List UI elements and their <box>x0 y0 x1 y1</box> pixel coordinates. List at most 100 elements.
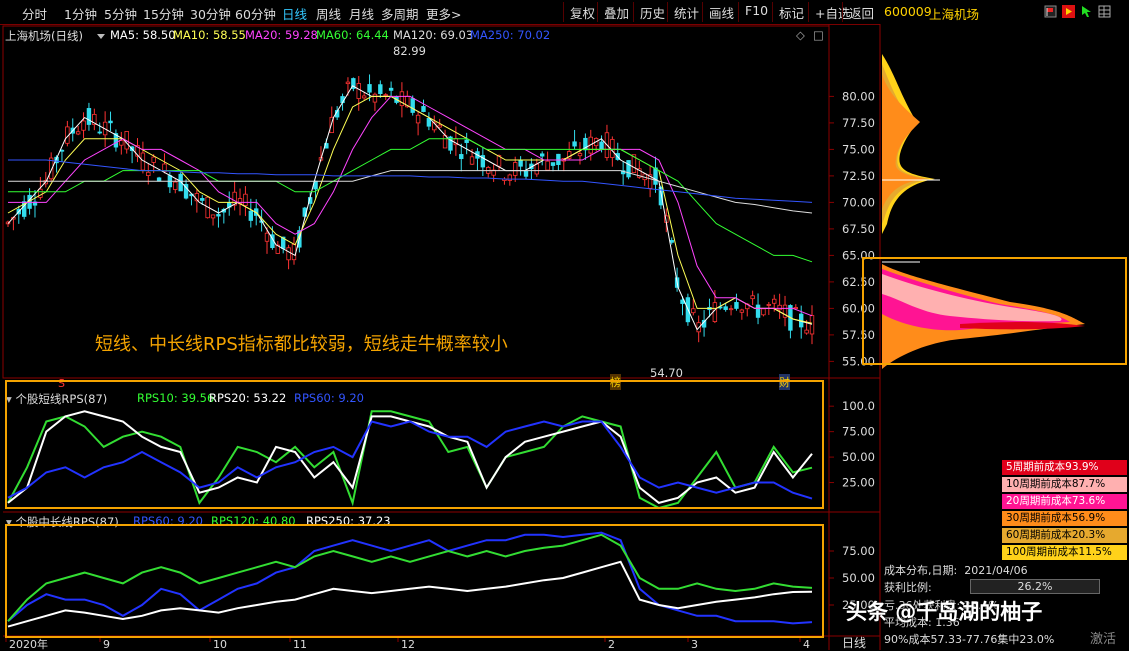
candle-body <box>372 93 378 103</box>
x-tick-label: 3 <box>691 638 698 650</box>
candle-body <box>119 140 124 146</box>
tab-15min[interactable]: 15分钟 <box>143 4 184 23</box>
price-tick-label: 75.00 <box>842 142 875 156</box>
candle-body <box>442 135 448 149</box>
f10-button[interactable]: F10 <box>738 2 773 22</box>
dropdown-icon[interactable] <box>96 31 106 41</box>
tab-daily[interactable]: 日线 <box>282 4 307 23</box>
candle-body <box>540 153 545 157</box>
price-tick-label: 77.50 <box>842 116 875 130</box>
candle-body <box>577 153 583 157</box>
tab-30min[interactable]: 30分钟 <box>190 4 231 23</box>
tab-monthly[interactable]: 月线 <box>349 4 374 23</box>
back-button[interactable]: 返回 <box>842 2 879 22</box>
candle-body <box>216 214 221 217</box>
candle-body <box>383 94 388 97</box>
rps-tick-label: 25.00 <box>842 476 875 490</box>
rps-tick-label: 75.00 <box>842 544 875 558</box>
cost-info-title-text: 成本分布,日期: <box>884 564 958 577</box>
tab-60min[interactable]: 60分钟 <box>235 4 276 23</box>
candle-body <box>97 131 102 134</box>
candle-body <box>766 304 772 306</box>
cost-legend-10: 10周期前成本87.7% <box>1002 477 1127 492</box>
candle-body <box>809 315 815 335</box>
tab-weekly[interactable]: 周线 <box>316 4 341 23</box>
profit-value: 26.2% <box>970 579 1100 594</box>
series-ma120-line <box>8 170 813 214</box>
cost-legend-20: 20周期前成本73.6% <box>1002 494 1127 509</box>
overlay-button[interactable]: 叠加 <box>597 2 634 22</box>
series-ma20-line <box>8 95 813 317</box>
tab-more[interactable]: 更多> <box>426 4 461 23</box>
candle-body <box>200 198 205 201</box>
maximize-icon[interactable]: □ <box>813 28 824 42</box>
candle-body <box>469 156 475 165</box>
candle-body <box>750 295 755 300</box>
cost-legend-100: 100周期前成本11.5% <box>1002 545 1127 560</box>
candle-body <box>626 160 631 178</box>
candle-body <box>367 84 372 93</box>
cost-info-row5: 90%成本57.33-77.76集中23.0% <box>884 633 1055 646</box>
candle-body <box>356 83 361 99</box>
main-pane-title: 上海机场(日线) <box>5 29 83 43</box>
candle-body <box>653 167 658 185</box>
tab-5min[interactable]: 5分钟 <box>104 4 137 23</box>
x-axis-labels: 2020年 9 10 11 12 2 3 4 <box>5 636 810 650</box>
rps-tick-label: 50.00 <box>842 571 875 585</box>
tab-fenshi[interactable]: 分时 <box>22 4 47 23</box>
profit-label: 获利比例: <box>884 581 932 594</box>
candle-body <box>534 163 540 175</box>
candle-body <box>793 307 799 309</box>
x-tick-label: 2 <box>608 638 615 650</box>
mark-button[interactable]: 标记 <box>772 2 809 22</box>
candle-body <box>669 240 674 243</box>
candle-body <box>572 141 577 147</box>
candle-body <box>108 120 113 124</box>
candle-body <box>378 84 383 95</box>
candle-body <box>291 243 297 261</box>
x-tick-label: 2020年 <box>9 637 48 650</box>
arrow-icon[interactable] <box>1080 5 1093 18</box>
candle-body <box>507 174 513 181</box>
candle-body <box>421 106 426 112</box>
candle-body <box>410 98 415 113</box>
candle-body <box>691 308 696 314</box>
candle-body <box>518 160 523 167</box>
tab-multi-period[interactable]: 多周期 <box>381 4 419 23</box>
period-toolbar: 分时 1分钟 5分钟 15分钟 30分钟 60分钟 日线 周线 月线 多周期 更… <box>0 0 880 25</box>
candle-body <box>728 308 734 311</box>
x-tick-label: 10 <box>213 638 227 650</box>
ma250-label: MA250: 70.02 <box>470 28 551 42</box>
history-button[interactable]: 历史 <box>633 2 670 22</box>
stats-button[interactable]: 统计 <box>667 2 704 22</box>
ma10-label: MA10: 58.55 <box>173 28 246 42</box>
candle-body <box>361 95 367 99</box>
stock-code: 600009 <box>884 4 932 19</box>
play-icon[interactable] <box>1062 5 1075 18</box>
candle-body <box>610 139 615 158</box>
tab-1min[interactable]: 1分钟 <box>64 4 97 23</box>
draw-button[interactable]: 画线 <box>702 2 739 22</box>
low-price-label: 54.70 <box>650 366 683 380</box>
grid-icon[interactable] <box>1098 5 1111 18</box>
candle-body <box>151 156 156 163</box>
adjust-button[interactable]: 复权 <box>563 2 600 22</box>
candle-body <box>599 141 604 150</box>
price-tick-label: 67.50 <box>842 222 875 236</box>
flag-icon[interactable] <box>1044 5 1057 18</box>
cost-info-title: 成本分布,日期: 2021/04/06 <box>884 562 1028 578</box>
candle-body <box>739 309 745 313</box>
ma5-label: MA5: 58.50 <box>110 28 176 42</box>
diamond-icon[interactable]: ◇ <box>796 28 805 42</box>
x-tick-label: 12 <box>401 638 415 650</box>
candle-body <box>437 124 442 128</box>
candle-body <box>345 81 351 85</box>
candle-body <box>388 87 394 91</box>
candlestick-series <box>5 74 815 345</box>
ma120-label: MA120: 69.03 <box>393 28 474 42</box>
candle-body <box>761 308 766 316</box>
candle-body <box>75 131 81 135</box>
candle-body <box>755 304 761 318</box>
x-tick-label: 9 <box>103 638 110 650</box>
rps-long-highlight <box>5 524 824 638</box>
